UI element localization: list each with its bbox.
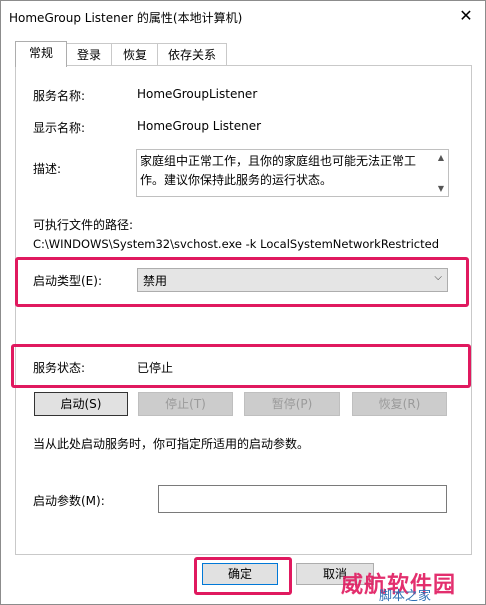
startup-type-value: 禁用 — [143, 274, 168, 288]
tab-dependencies[interactable]: 依存关系 — [157, 43, 227, 66]
start-service-button[interactable]: 启动(S) — [34, 392, 128, 416]
description-box[interactable]: 家庭组中正常工作，且你的家庭组也可能无法正常工作。建议你保持此服务的运行状态。 … — [136, 149, 449, 197]
startup-type-select[interactable]: 禁用 ⌵ — [137, 268, 448, 292]
display-name-label: 显示名称: — [33, 121, 86, 135]
general-panel — [15, 65, 472, 555]
service-name-value: HomeGroupListener — [137, 87, 258, 101]
scroll-down-icon[interactable]: ▼ — [436, 184, 446, 193]
path-label: 可执行文件的路径: — [33, 218, 134, 232]
description-label: 描述: — [33, 162, 62, 176]
close-icon[interactable]: ✕ — [451, 3, 481, 29]
ok-button[interactable]: 确定 — [202, 563, 278, 585]
window-title: HomeGroup Listener 的属性(本地计算机) — [9, 11, 243, 25]
resume-service-button[interactable]: 恢复(R) — [352, 392, 447, 416]
service-status-value: 已停止 — [137, 361, 174, 375]
chevron-down-icon: ⌵ — [434, 272, 442, 283]
pause-service-button[interactable]: 暂停(P) — [244, 392, 340, 416]
properties-dialog: HomeGroup Listener 的属性(本地计算机) ✕ 常规 登录 恢复… — [0, 0, 486, 605]
path-value: C:\WINDOWS\System32\svchost.exe -k Local… — [33, 237, 439, 251]
service-status-label: 服务状态: — [33, 361, 86, 375]
scroll-up-icon[interactable]: ▲ — [436, 153, 446, 162]
description-text: 家庭组中正常工作，且你的家庭组也可能无法正常工作。建议你保持此服务的运行状态。 — [140, 154, 417, 187]
start-params-input[interactable] — [158, 485, 447, 513]
watermark-site: 脚本之家 — [379, 589, 432, 604]
tab-recovery[interactable]: 恢复 — [111, 43, 159, 66]
start-params-label: 启动参数(M): — [33, 494, 105, 508]
service-name-label: 服务名称: — [33, 89, 86, 103]
display-name-value: HomeGroup Listener — [137, 119, 262, 133]
stop-service-button[interactable]: 停止(T) — [138, 392, 233, 416]
start-params-hint: 当从此处启动服务时，你可指定所适用的启动参数。 — [33, 437, 310, 451]
tab-general[interactable]: 常规 — [15, 41, 67, 67]
tab-logon[interactable]: 登录 — [65, 43, 113, 66]
title-bar: HomeGroup Listener 的属性(本地计算机) ✕ — [1, 1, 485, 33]
startup-type-label: 启动类型(E): — [33, 274, 102, 288]
